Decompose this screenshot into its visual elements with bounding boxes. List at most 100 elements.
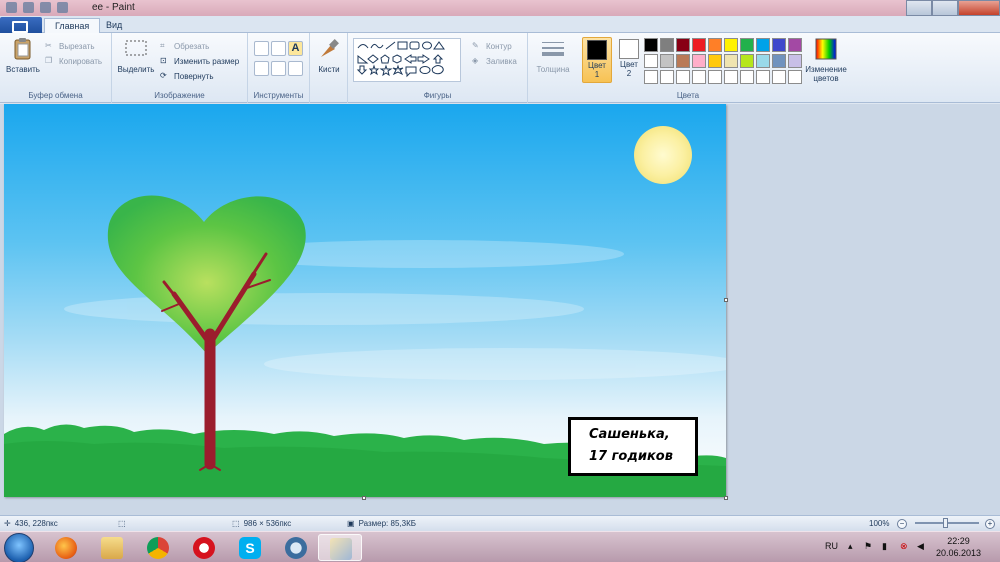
palette-swatch[interactable] [708,38,722,52]
resize-button[interactable]: ⊡ Изменить размер [160,56,239,67]
pencil-icon[interactable] [254,41,269,56]
palette-swatch[interactable] [692,70,706,84]
palette-swatch[interactable] [708,70,722,84]
sun [634,126,692,184]
edit-colors-button[interactable]: Изменение цветов [802,37,850,83]
resize-handle-corner[interactable] [724,496,728,500]
palette-swatch[interactable] [708,54,722,68]
maximize-button[interactable] [932,0,958,16]
color-wheel-icon [815,38,837,60]
color1-label: Цвет [588,61,606,70]
zoom-in-button[interactable]: + [985,519,995,529]
palette-swatch[interactable] [660,38,674,52]
palette-swatch[interactable] [756,38,770,52]
palette-swatch[interactable] [740,38,754,52]
taskbar-opera[interactable] [182,534,226,561]
fill-button[interactable]: ◈ Заливка [472,56,517,67]
clock[interactable]: 22:29 20.06.2013 [936,535,981,559]
canvas-workspace[interactable]: Сашенька, 17 годиков [0,104,1000,515]
resize-handle-bottom[interactable] [362,496,366,500]
palette-swatch[interactable] [724,70,738,84]
status-bar: ✛ 436, 228пкс ⬚ ⬚ 986 × 536пкс ▣ Размер:… [0,515,1000,531]
palette-swatch[interactable] [772,38,786,52]
taskbar-media-app[interactable] [274,534,318,561]
palette-swatch[interactable] [676,38,690,52]
shapes-gallery[interactable] [353,38,461,82]
palette-swatch[interactable] [660,70,674,84]
firefox-icon [55,537,77,559]
palette-swatch[interactable] [740,54,754,68]
selection-size: ⬚ [118,519,126,528]
zoom-slider-thumb[interactable] [943,518,948,528]
taskbar-explorer[interactable] [90,534,134,561]
palette-swatch[interactable] [788,54,802,68]
select-icon [125,40,147,56]
cut-button[interactable]: ✂ Вырезать [45,41,95,52]
taskbar-paint[interactable] [318,534,362,561]
start-button[interactable] [4,533,34,562]
cursor-position-text: 436, 228пкс [14,519,58,528]
select-button[interactable]: Выделить [116,37,156,74]
rotate-label: Повернуть [174,72,214,81]
paint-app-icon[interactable] [6,2,17,13]
save-icon[interactable] [23,2,34,13]
brushes-button[interactable]: Кисти [313,37,345,74]
redo-icon[interactable] [57,2,68,13]
palette-swatch[interactable] [692,54,706,68]
minimize-button[interactable] [906,0,932,16]
network-icon[interactable]: ▮ [882,541,887,552]
crop-label: Обрезать [174,42,210,51]
color1-button[interactable]: Цвет 1 [582,37,612,83]
taskbar-skype[interactable]: S [228,534,272,561]
palette-swatch[interactable] [676,54,690,68]
action-center-icon[interactable]: ⚑ [864,541,872,552]
palette-swatch[interactable] [756,54,770,68]
copy-button[interactable]: ❐ Копировать [45,56,102,67]
volume-icon[interactable]: ◀ [917,541,924,552]
tab-home[interactable]: Главная [44,18,101,33]
close-button[interactable] [958,0,1000,16]
palette-swatch[interactable] [692,38,706,52]
zoom-out-button[interactable]: − [897,519,907,529]
palette-swatch[interactable] [660,54,674,68]
tab-view[interactable]: Вид [96,18,132,33]
palette-swatch[interactable] [676,70,690,84]
color2-button[interactable]: Цвет 2 [614,37,644,83]
palette-swatch[interactable] [644,70,658,84]
palette-swatch[interactable] [772,54,786,68]
color-picker-icon[interactable] [271,61,286,76]
palette-swatch[interactable] [724,38,738,52]
shapes-gallery-icons [356,41,445,78]
outline-label: Контур [486,42,512,51]
palette-swatch[interactable] [740,70,754,84]
palette-swatch[interactable] [788,70,802,84]
text-tool-icon[interactable]: A [288,41,303,56]
undo-icon[interactable] [40,2,51,13]
rotate-button[interactable]: ⟳ Повернуть [160,71,214,82]
taskbar-firefox[interactable] [44,534,88,561]
palette-swatch[interactable] [644,38,658,52]
magnifier-icon[interactable] [288,61,303,76]
palette-swatch[interactable] [756,70,770,84]
paint-menu-button[interactable] [0,17,42,33]
palette-swatch[interactable] [724,54,738,68]
resize-label: Изменить размер [174,57,240,66]
paste-button[interactable]: Вставить [4,37,42,74]
language-indicator[interactable]: RU [825,541,838,551]
fill-bucket-icon[interactable] [271,41,286,56]
palette-swatch[interactable] [644,54,658,68]
security-alert-icon[interactable]: ⊗ [900,541,908,552]
image-size-icon: ⬚ [232,519,240,528]
edit-colors-label: Изменение цветов [805,65,847,83]
palette-swatch[interactable] [788,38,802,52]
resize-handle-right[interactable] [724,298,728,302]
select-label: Выделить [117,65,155,74]
palette-swatch[interactable] [772,70,786,84]
show-hidden-icons[interactable]: ▴ [848,541,853,552]
eraser-icon[interactable] [254,61,269,76]
drawing-canvas[interactable]: Сашенька, 17 годиков [4,104,726,497]
crop-button[interactable]: ⌗ Обрезать [160,41,209,52]
size-button[interactable]: Толщина [534,37,572,74]
outline-button[interactable]: ✎ Контур [472,41,512,52]
taskbar-chrome[interactable] [136,534,180,561]
